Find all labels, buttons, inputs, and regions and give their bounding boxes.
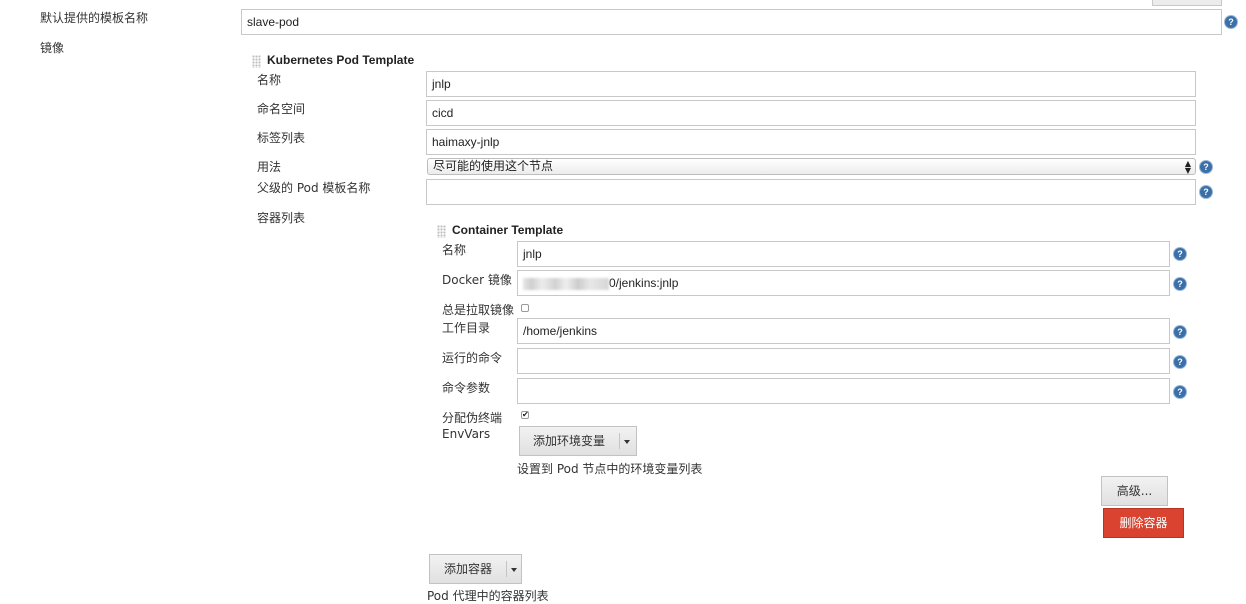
top-button-edge[interactable] <box>1152 0 1222 6</box>
button-separator <box>619 433 620 449</box>
env-vars-hint: 设置到 Pod 节点中的环境变量列表 <box>517 462 703 476</box>
container-name-input[interactable]: jnlp <box>517 241 1170 267</box>
pod-usage-value: 尽可能的使用这个节点 <box>433 159 554 173</box>
dropdown-caret-icon[interactable] <box>624 440 630 444</box>
advanced-button[interactable]: 高级... <box>1101 476 1168 506</box>
add-container-label: 添加容器 <box>443 562 492 576</box>
help-icon[interactable]: ? <box>1174 356 1186 368</box>
always-pull-label: 总是拉取镜像 <box>442 303 515 317</box>
checkmark-icon: ✔ <box>522 410 529 419</box>
add-container-button[interactable]: 添加容器 <box>429 554 522 584</box>
command-input[interactable] <box>517 348 1170 374</box>
pod-labels-label: 标签列表 <box>257 131 306 145</box>
default-template-input[interactable]: slave-pod <box>241 9 1222 35</box>
help-icon[interactable]: ? <box>1225 16 1237 28</box>
add-env-var-button[interactable]: 添加环境变量 <box>519 426 637 456</box>
help-icon[interactable]: ? <box>1200 186 1212 198</box>
help-icon[interactable]: ? <box>1174 386 1186 398</box>
delete-container-button[interactable]: 删除容器 <box>1103 508 1184 538</box>
envvars-label: EnvVars <box>442 427 491 441</box>
help-icon[interactable]: ? <box>1174 248 1186 260</box>
pod-parent-input[interactable] <box>426 179 1196 205</box>
container-name-label: 名称 <box>442 243 467 257</box>
docker-image-label: Docker 镜像 <box>442 273 512 287</box>
workdir-label: 工作目录 <box>442 321 491 335</box>
docker-image-input[interactable]: 0/jenkins:jnlp <box>517 270 1170 296</box>
pod-namespace-label: 命名空间 <box>257 102 306 116</box>
button-separator <box>506 561 507 577</box>
tty-checkbox[interactable]: ✔ <box>521 411 529 419</box>
container-template-title: Container Template <box>452 223 564 237</box>
add-env-var-label: 添加环境变量 <box>532 434 605 448</box>
pod-labels-input[interactable]: haimaxy-jnlp <box>426 129 1196 155</box>
pod-name-label: 名称 <box>257 73 282 87</box>
redacted-registry <box>523 277 609 290</box>
pod-parent-label: 父级的 Pod 模板名称 <box>257 181 371 195</box>
always-pull-checkbox[interactable] <box>521 304 529 312</box>
workdir-input[interactable]: /home/jenkins <box>517 318 1170 344</box>
command-label: 运行的命令 <box>442 351 503 365</box>
pod-containers-label: 容器列表 <box>257 211 306 225</box>
pod-namespace-input[interactable]: cicd <box>426 100 1196 126</box>
pod-name-input[interactable]: jnlp <box>426 71 1196 97</box>
pod-usage-select[interactable]: 尽可能的使用这个节点 ▲ ▼ <box>427 158 1196 175</box>
pod-usage-label: 用法 <box>257 160 282 174</box>
drag-handle-icon[interactable] <box>252 55 261 68</box>
docker-image-value: 0/jenkins:jnlp <box>609 276 679 290</box>
default-template-label: 默认提供的模板名称 <box>40 11 149 25</box>
help-icon[interactable]: ? <box>1200 161 1212 173</box>
select-arrows-icon: ▲ ▼ <box>1184 159 1191 175</box>
pod-template-title: Kubernetes Pod Template <box>267 53 415 67</box>
help-icon[interactable]: ? <box>1174 326 1186 338</box>
args-label: 命令参数 <box>442 381 491 395</box>
args-input[interactable] <box>517 378 1170 404</box>
drag-handle-icon[interactable] <box>437 225 446 238</box>
help-icon[interactable]: ? <box>1174 278 1186 290</box>
image-label: 镜像 <box>40 41 65 55</box>
tty-label: 分配伪终端 <box>442 411 503 425</box>
dropdown-caret-icon[interactable] <box>511 568 517 572</box>
